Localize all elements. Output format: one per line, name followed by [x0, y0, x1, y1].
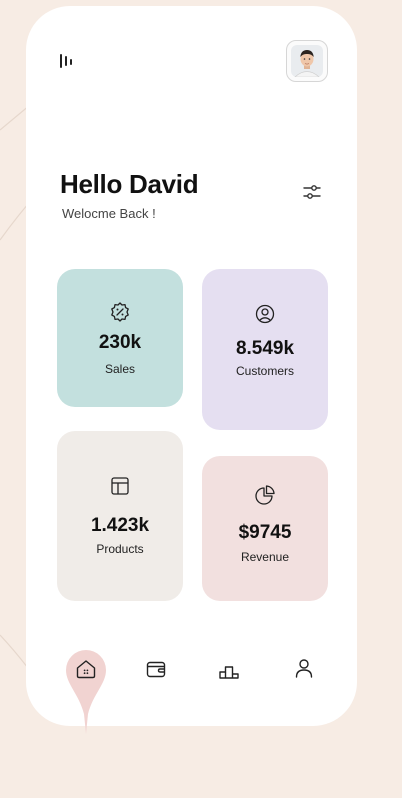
nav-home[interactable] — [74, 657, 98, 681]
customers-card[interactable]: 8.549k Customers — [202, 269, 328, 430]
user-avatar-photo — [291, 45, 323, 77]
wallet-icon — [146, 661, 166, 678]
nav-profile[interactable] — [292, 656, 316, 680]
layout-icon — [111, 477, 129, 495]
sales-label: Sales — [104, 362, 136, 376]
dashboard-screen: Hello David Welocme Back ! 230k Sales 8.… — [26, 6, 357, 734]
products-card[interactable]: 1.423k Products — [57, 431, 183, 601]
avatar[interactable] — [286, 40, 328, 82]
customers-label: Customers — [235, 364, 294, 378]
podium-icon — [219, 666, 239, 679]
welcome-subtitle: Welocme Back ! — [62, 206, 156, 221]
menu-bars-icon[interactable] — [58, 50, 74, 72]
page-title: Hello David — [60, 169, 199, 199]
pie-chart-icon — [255, 485, 275, 505]
sliders-icon[interactable] — [302, 182, 322, 202]
revenue-card[interactable]: $9745 Revenue — [202, 456, 328, 601]
nav-stats[interactable] — [217, 659, 241, 683]
nav-wallet[interactable] — [144, 657, 168, 681]
revenue-label: Revenue — [240, 550, 290, 564]
user-circle-icon — [255, 304, 275, 324]
customers-value: 8.549k — [235, 338, 295, 359]
products-label: Products — [96, 542, 144, 556]
user-icon — [295, 659, 313, 678]
products-value: 1.423k — [90, 515, 150, 536]
revenue-value: $9745 — [238, 522, 292, 543]
discount-badge-icon — [111, 302, 129, 322]
sales-card[interactable]: 230k Sales — [57, 269, 183, 407]
home-icon — [76, 660, 96, 679]
sales-value: 230k — [98, 332, 142, 353]
